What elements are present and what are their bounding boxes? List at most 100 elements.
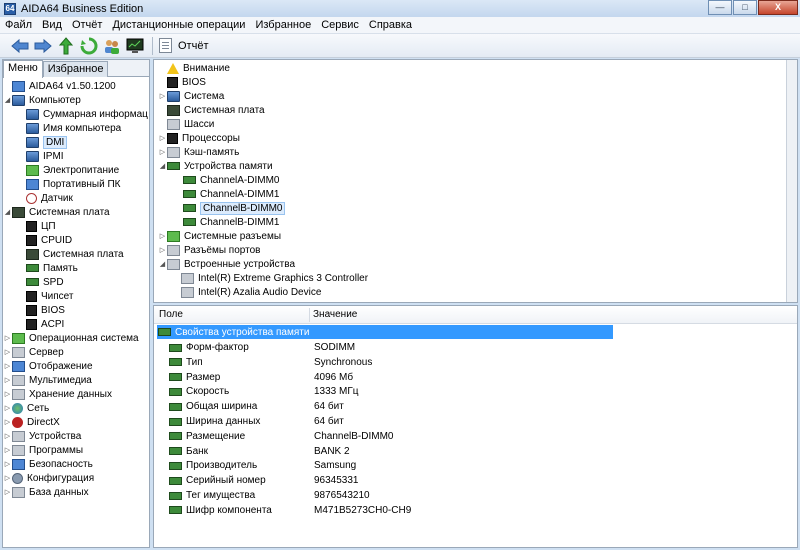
forward-button[interactable] [31, 35, 54, 56]
property-row[interactable]: Размещение ChannelB-DIMM0 [154, 429, 754, 444]
section-header[interactable]: Свойства устройства памяти [157, 325, 613, 339]
close-button[interactable]: X [758, 0, 798, 15]
collapse-arrow-icon[interactable]: ◢ [158, 162, 167, 170]
dmi-tree-item[interactable]: Intel(R) Azalia Audio Device [172, 285, 321, 299]
collapse-arrow-icon[interactable]: ◢ [3, 208, 12, 216]
dmi-tree-item[interactable]: ▷ Процессоры [158, 131, 240, 145]
monitor-button[interactable] [123, 35, 146, 56]
property-row[interactable]: Производитель Samsung [154, 458, 754, 473]
property-row[interactable]: Тег имущества 9876543210 [154, 488, 754, 503]
expand-arrow-icon[interactable]: ▷ [158, 148, 167, 156]
menu-tools[interactable]: Сервис [316, 19, 364, 31]
dmi-tree-item[interactable]: Системная плата [158, 103, 265, 117]
expand-arrow-icon[interactable]: ▷ [3, 460, 12, 468]
nav-tree-item[interactable]: ▷ Хранение данных [3, 387, 112, 401]
property-row[interactable]: Размер 4096 Мб [154, 370, 754, 385]
nav-tree-item[interactable]: ▷ Программы [3, 443, 83, 457]
dmi-tree-item[interactable]: ◢ Устройства памяти [158, 159, 273, 173]
menu-view[interactable]: Вид [37, 19, 67, 31]
nav-tree-item[interactable]: SPD [17, 275, 64, 289]
dmi-tree-item[interactable]: ChannelB-DIMM0 [174, 201, 286, 215]
dmi-tree-item[interactable]: ChannelA-DIMM0 [174, 173, 279, 187]
nav-tree-item[interactable]: Портативный ПК [17, 177, 120, 191]
property-row[interactable]: Ширина данных 64 бит [154, 414, 754, 429]
expand-arrow-icon[interactable]: ▷ [3, 474, 12, 482]
nav-tree-item[interactable]: ▷ Отображение [3, 359, 93, 373]
nav-tree-item[interactable]: Датчик [17, 191, 73, 205]
collapse-arrow-icon[interactable]: ◢ [158, 260, 167, 268]
dmi-tree-item[interactable]: Шасси [158, 117, 214, 131]
tab-menu[interactable]: Меню [3, 60, 43, 78]
expand-arrow-icon[interactable]: ▷ [3, 418, 12, 426]
property-row[interactable]: Серийный номер 96345331 [154, 473, 754, 488]
column-header-field[interactable]: Поле [159, 309, 183, 320]
dmi-tree-item[interactable]: ▷ Кэш-память [158, 145, 239, 159]
property-row[interactable]: Банк BANK 2 [154, 444, 754, 459]
maximize-button[interactable]: □ [733, 0, 757, 15]
users-button[interactable] [100, 35, 123, 56]
nav-tree-item[interactable]: ▷ Сервер [3, 345, 64, 359]
property-row[interactable]: Форм-фактор SODIMM [154, 340, 754, 355]
nav-tree-item[interactable]: ▷ Безопасность [3, 457, 93, 471]
property-row[interactable]: Скорость 1333 МГц [154, 384, 754, 399]
nav-tree-item[interactable]: Память [17, 261, 78, 275]
expand-arrow-icon[interactable]: ▷ [3, 404, 12, 412]
expand-arrow-icon[interactable]: ▷ [158, 134, 167, 142]
expand-arrow-icon[interactable]: ▷ [158, 92, 167, 100]
property-row[interactable]: Общая ширина 64 бит [154, 399, 754, 414]
collapse-arrow-icon[interactable]: ◢ [3, 96, 12, 104]
expand-arrow-icon[interactable]: ▷ [3, 348, 12, 356]
nav-tree-item[interactable]: ▷ Сеть [3, 401, 49, 415]
expand-arrow-icon[interactable]: ▷ [3, 334, 12, 342]
dmi-tree-item[interactable]: ◢ Встроенные устройства [158, 257, 295, 271]
dmi-tree-item[interactable]: ChannelA-DIMM1 [174, 187, 279, 201]
expand-arrow-icon[interactable]: ▷ [3, 432, 12, 440]
dmi-tree-item[interactable]: ▷ Разъёмы портов [158, 243, 260, 257]
dmi-tree-scrollbar[interactable] [786, 60, 797, 302]
expand-arrow-icon[interactable]: ▷ [3, 390, 12, 398]
up-button[interactable] [54, 35, 77, 56]
nav-tree-item[interactable]: Электропитание [17, 163, 119, 177]
expand-arrow-icon[interactable]: ▷ [3, 488, 12, 496]
back-button[interactable] [8, 35, 31, 56]
nav-tree-item[interactable]: ▷ База данных [3, 485, 89, 499]
nav-tree-item[interactable]: ▷ DirectX [3, 415, 60, 429]
nav-tree-item[interactable]: ◢ Системная плата [3, 205, 110, 219]
nav-tree-item[interactable]: Суммарная информац [17, 107, 148, 121]
dmi-tree-item[interactable]: ▷ Системные разъемы [158, 229, 281, 243]
minimize-button[interactable]: — [708, 0, 732, 15]
nav-tree-item[interactable]: IPMI [17, 149, 64, 163]
dmi-tree-item[interactable]: Внимание [158, 61, 230, 75]
nav-tree-item[interactable]: Чипсет [17, 289, 73, 303]
nav-tree-item[interactable]: BIOS [17, 303, 65, 317]
nav-tree-item[interactable]: Имя компьютера [17, 121, 121, 135]
column-divider[interactable] [309, 308, 310, 322]
dmi-tree-item[interactable]: ChannelB-DIMM1 [174, 215, 279, 229]
nav-tree-item[interactable]: Системная плата [17, 247, 124, 261]
nav-tree-item[interactable]: ACPI [17, 317, 64, 331]
expand-arrow-icon[interactable]: ▷ [158, 246, 167, 254]
nav-tree-item[interactable]: AIDA64 v1.50.1200 [3, 79, 116, 93]
dmi-tree-item[interactable]: Intel(R) Extreme Graphics 3 Controller [172, 271, 368, 285]
nav-tree-item[interactable]: ▷ Устройства [3, 429, 81, 443]
expand-arrow-icon[interactable]: ▷ [3, 446, 12, 454]
menu-help[interactable]: Справка [364, 19, 417, 31]
expand-arrow-icon[interactable]: ▷ [3, 376, 12, 384]
menu-favorites[interactable]: Избранное [250, 19, 316, 31]
tab-favorites[interactable]: Избранное [42, 61, 109, 77]
nav-tree-item[interactable]: ▷ Конфигурация [3, 471, 94, 485]
nav-tree-item[interactable]: CPUID [17, 233, 72, 247]
property-row[interactable]: Шифр компонента M471B5273CH0-CH9 [154, 503, 754, 518]
nav-tree-item[interactable]: DMI [17, 135, 68, 149]
refresh-button[interactable] [77, 35, 100, 56]
dmi-tree-item[interactable]: BIOS [158, 75, 206, 89]
menu-file[interactable]: Файл [0, 19, 37, 31]
menu-report[interactable]: Отчёт [67, 19, 107, 31]
nav-tree-item[interactable]: ▷ Операционная система [3, 331, 139, 345]
column-header-value[interactable]: Значение [313, 309, 357, 320]
report-button[interactable]: Отчёт [159, 38, 208, 53]
expand-arrow-icon[interactable]: ▷ [158, 232, 167, 240]
dmi-tree-item[interactable]: ▷ Система [158, 89, 224, 103]
expand-arrow-icon[interactable]: ▷ [3, 362, 12, 370]
nav-tree-item[interactable]: ▷ Мультимедиа [3, 373, 92, 387]
